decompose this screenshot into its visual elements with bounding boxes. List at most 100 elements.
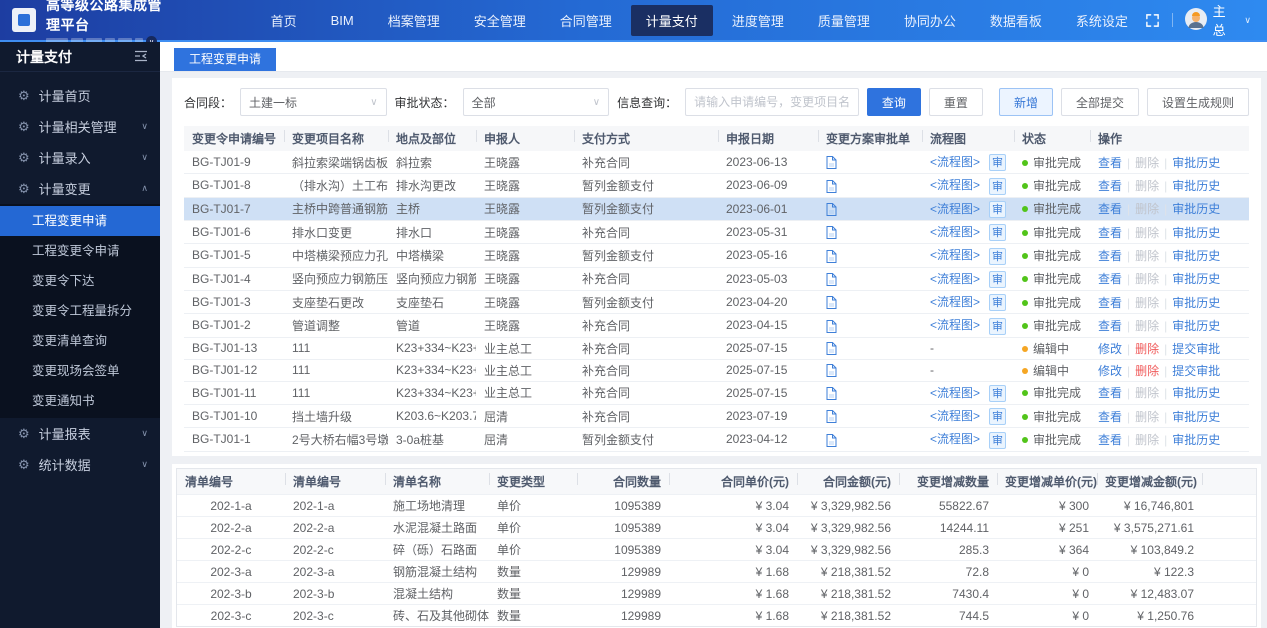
flow-diagram-link[interactable]: <流程图> <box>930 409 980 423</box>
document-icon[interactable] <box>826 250 837 263</box>
audit-badge[interactable]: 审 <box>989 178 1006 195</box>
query-button[interactable]: 查询 <box>867 88 921 116</box>
action-view[interactable]: 查看 <box>1098 179 1122 193</box>
action-history[interactable]: 审批历史 <box>1172 272 1220 286</box>
nav-item-quality[interactable]: 质量管理 <box>803 5 885 36</box>
table-row[interactable]: BG-TJ01-2管道调整管道王晓露补充合同2023-04-15<流程图>审审批… <box>184 314 1249 337</box>
sidebar-subitem-change-order-apply[interactable]: 工程变更令申请 <box>0 236 160 266</box>
table-row[interactable]: BG-TJ01-4竖向预应力钢筋压...竖向预应力钢筋王晓露补充合同2023-0… <box>184 267 1249 290</box>
action-view[interactable]: 查看 <box>1098 410 1122 424</box>
document-icon[interactable] <box>826 342 837 355</box>
table-row[interactable]: BG-TJ01-5中塔横梁预应力孔...中塔横梁王晓露暂列金额支付2023-05… <box>184 244 1249 267</box>
sidebar-item-stats[interactable]: ⚙统计数据∨ <box>0 449 160 480</box>
action-delete[interactable]: 删除 <box>1135 342 1159 356</box>
flow-diagram-link[interactable]: <流程图> <box>930 386 980 400</box>
reset-button[interactable]: 重置 <box>929 88 983 116</box>
submit-all-button[interactable]: 全部提交 <box>1061 88 1139 116</box>
action-history[interactable]: 审批历史 <box>1172 249 1220 263</box>
document-icon[interactable] <box>826 273 837 286</box>
table-row[interactable]: BG-TJ01-12111K23+334~K23+675业主总工补充合同2025… <box>184 359 1249 381</box>
table-row[interactable]: BG-TJ01-13111K23+334~K23+675业主总工补充合同2025… <box>184 337 1249 359</box>
audit-badge[interactable]: 审 <box>989 385 1006 402</box>
flow-diagram-link[interactable]: <流程图> <box>930 225 980 239</box>
audit-badge[interactable]: 审 <box>989 318 1006 335</box>
table-row[interactable]: BG-TJ01-7主桥中跨普通钢筋...主桥王晓露暂列金额支付2023-06-0… <box>184 197 1249 220</box>
action-history[interactable]: 审批历史 <box>1172 156 1220 170</box>
sidebar-subitem-change-notice[interactable]: 变更通知书 <box>0 386 160 416</box>
sidebar-subitem-change-site-sign[interactable]: 变更现场会签单 <box>0 356 160 386</box>
action-history[interactable]: 审批历史 <box>1172 386 1220 400</box>
flow-diagram-link[interactable]: <流程图> <box>930 202 980 216</box>
sidebar-subitem-change-order-issue[interactable]: 变更令下达 <box>0 266 160 296</box>
action-view[interactable]: 查看 <box>1098 296 1122 310</box>
table-row[interactable]: BG-TJ01-11111K23+334~K23+675业主总工补充合同2025… <box>184 381 1249 404</box>
nav-item-dashboard[interactable]: 数据看板 <box>975 5 1057 36</box>
action-history[interactable]: 审批历史 <box>1172 296 1220 310</box>
action-view[interactable]: 查看 <box>1098 202 1122 216</box>
sidebar-item-measure-home[interactable]: ⚙计量首页 <box>0 80 160 111</box>
action-view[interactable]: 查看 <box>1098 319 1122 333</box>
document-icon[interactable] <box>826 180 837 193</box>
action-history[interactable]: 审批历史 <box>1172 226 1220 240</box>
table-row[interactable]: BG-TJ01-10挡土墙升级K203.6~K203.7屈清补充合同2023-0… <box>184 404 1249 427</box>
search-input[interactable] <box>685 88 859 116</box>
sidebar-subitem-change-list-query[interactable]: 变更清单查询 <box>0 326 160 356</box>
nav-item-safety[interactable]: 安全管理 <box>459 5 541 36</box>
table-row[interactable]: BG-TJ01-3支座垫石更改支座垫石王晓露暂列金额支付2023-04-20<流… <box>184 290 1249 313</box>
audit-badge[interactable]: 审 <box>989 201 1006 218</box>
nav-item-contract[interactable]: 合同管理 <box>545 5 627 36</box>
flow-diagram-link[interactable]: <流程图> <box>930 295 980 309</box>
nav-item-system[interactable]: 系统设定 <box>1061 5 1143 36</box>
nav-item-home[interactable]: 首页 <box>256 5 312 36</box>
action-edit[interactable]: 修改 <box>1098 342 1122 356</box>
action-edit[interactable]: 修改 <box>1098 364 1122 378</box>
document-icon[interactable] <box>826 226 837 239</box>
status-select[interactable]: 全部 ∨ <box>463 88 610 116</box>
action-history[interactable]: 审批历史 <box>1172 319 1220 333</box>
sidebar-item-measure-entry[interactable]: ⚙计量录入∨ <box>0 142 160 173</box>
flow-diagram-link[interactable]: <流程图> <box>930 318 980 332</box>
flow-diagram-link[interactable]: <流程图> <box>930 248 980 262</box>
audit-badge[interactable]: 审 <box>989 154 1006 171</box>
action-history[interactable]: 审批历史 <box>1172 410 1220 424</box>
action-submit[interactable]: 提交审批 <box>1172 364 1220 378</box>
nav-item-bim[interactable]: BIM <box>316 7 369 34</box>
action-submit[interactable]: 提交审批 <box>1172 342 1220 356</box>
document-icon[interactable] <box>826 364 837 377</box>
audit-badge[interactable]: 审 <box>989 224 1006 241</box>
flow-diagram-link[interactable]: <流程图> <box>930 272 980 286</box>
action-delete[interactable]: 删除 <box>1135 364 1159 378</box>
document-icon[interactable] <box>826 156 837 169</box>
action-view[interactable]: 查看 <box>1098 386 1122 400</box>
document-icon[interactable] <box>826 434 837 447</box>
rules-button[interactable]: 设置生成规则 <box>1147 88 1249 116</box>
fullscreen-icon[interactable] <box>1145 13 1160 28</box>
flow-diagram-link[interactable]: <流程图> <box>930 155 980 169</box>
action-view[interactable]: 查看 <box>1098 433 1122 447</box>
audit-badge[interactable]: 审 <box>989 271 1006 288</box>
sidebar-subitem-change-apply[interactable]: 工程变更申请 <box>0 206 160 236</box>
document-icon[interactable] <box>826 203 837 216</box>
action-view[interactable]: 查看 <box>1098 226 1122 240</box>
action-view[interactable]: 查看 <box>1098 156 1122 170</box>
flow-diagram-link[interactable]: <流程图> <box>930 178 980 192</box>
sidebar-item-measure-change[interactable]: ⚙计量变更∧ <box>0 173 160 204</box>
document-icon[interactable] <box>826 410 837 423</box>
action-history[interactable]: 审批历史 <box>1172 433 1220 447</box>
nav-item-progress[interactable]: 进度管理 <box>717 5 799 36</box>
document-icon[interactable] <box>826 387 837 400</box>
contract-select[interactable]: 土建一标 ∨ <box>240 88 387 116</box>
sidebar-item-measure-mgmt[interactable]: ⚙计量相关管理∨ <box>0 111 160 142</box>
audit-badge[interactable]: 审 <box>989 408 1006 425</box>
nav-item-measure-pay[interactable]: 计量支付 <box>631 5 713 36</box>
audit-badge[interactable]: 审 <box>989 294 1006 311</box>
table-row[interactable]: BG-TJ01-8（排水沟）土工布排水沟更改王晓露暂列金额支付2023-06-0… <box>184 174 1249 197</box>
sidebar-item-measure-report[interactable]: ⚙计量报表∨ <box>0 418 160 449</box>
table-row[interactable]: BG-TJ01-6排水口变更排水口王晓露补充合同2023-05-31<流程图>审… <box>184 220 1249 243</box>
table-row[interactable]: BG-TJ01-9斜拉索梁端锅齿板...斜拉索王晓露补充合同2023-06-13… <box>184 151 1249 174</box>
action-view[interactable]: 查看 <box>1098 249 1122 263</box>
action-history[interactable]: 审批历史 <box>1172 202 1220 216</box>
document-icon[interactable] <box>826 320 837 333</box>
action-history[interactable]: 审批历史 <box>1172 179 1220 193</box>
audit-badge[interactable]: 审 <box>989 248 1006 265</box>
